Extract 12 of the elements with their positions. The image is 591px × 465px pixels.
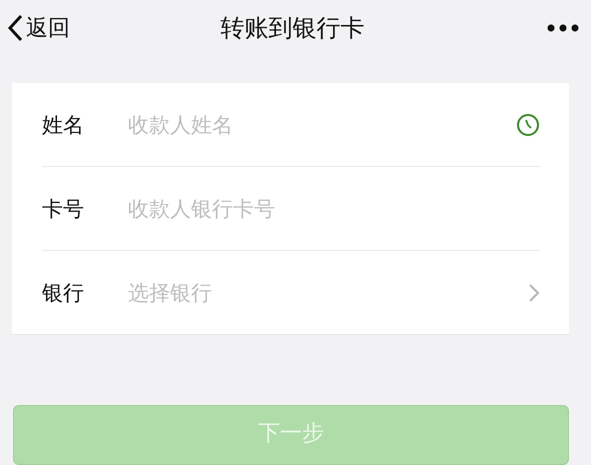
field-label: 姓名 [42,112,85,138]
back-button[interactable]: 返回 [6,12,70,42]
field-label: 银行 [42,280,85,306]
input-field[interactable]: 收款人姓名 [128,108,516,140]
back-chevron-icon [6,14,24,42]
chevron-right-icon [528,282,540,302]
bank-select-field[interactable]: 选择银行 [128,276,528,308]
input-field[interactable]: 收款人银行卡号 [128,192,540,224]
more-icon[interactable] [547,24,579,32]
field-label: 卡号 [42,196,85,222]
page-title: 转账到银行卡 [220,12,364,44]
clock-icon[interactable] [516,112,540,136]
